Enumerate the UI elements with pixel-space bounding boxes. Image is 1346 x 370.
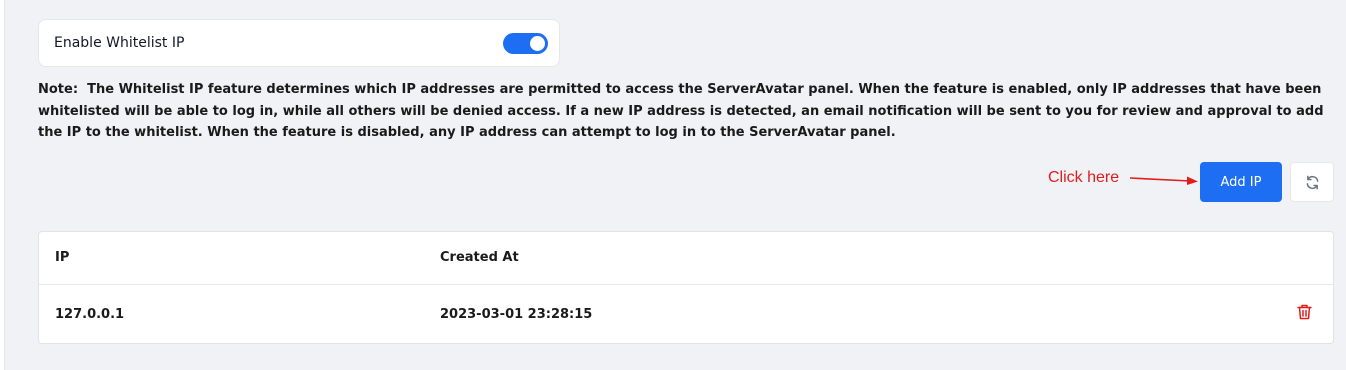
main-panel: Enable Whitelist IP Note: The Whitelist … (4, 0, 1346, 370)
add-ip-button[interactable]: Add IP (1200, 162, 1282, 202)
table-header: IP Created At (39, 232, 1333, 285)
whitelist-toggle[interactable] (503, 33, 548, 54)
click-here-callout: Click here (1048, 169, 1120, 186)
column-header-created-at: Created At (440, 250, 519, 265)
row-ip: 127.0.0.1 (55, 307, 125, 322)
note-text: The Whitelist IP feature determines whic… (38, 82, 1324, 140)
whitelist-note: Note: The Whitelist IP feature determine… (38, 79, 1328, 144)
whitelist-toggle-card: Enable Whitelist IP (38, 19, 560, 67)
whitelist-table: IP Created At 127.0.0.1 2023-03-01 23:28… (38, 231, 1334, 344)
refresh-icon (1306, 175, 1318, 189)
toggle-knob (530, 36, 545, 51)
arrow-right-icon (1130, 176, 1198, 185)
note-prefix: Note: (38, 82, 79, 97)
column-header-ip: IP (55, 250, 70, 265)
whitelist-toggle-label: Enable Whitelist IP (54, 35, 185, 51)
row-created-at: 2023-03-01 23:28:15 (440, 307, 593, 322)
trash-icon[interactable] (1297, 304, 1312, 320)
refresh-button[interactable] (1290, 162, 1334, 202)
